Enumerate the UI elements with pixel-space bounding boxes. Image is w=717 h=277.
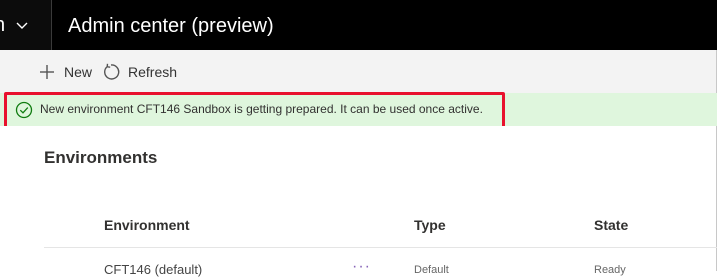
new-button[interactable]: New: [38, 62, 92, 82]
environment-type: Default: [414, 264, 449, 276]
notification-bar: New environment CFT146 Sandbox is gettin…: [0, 93, 717, 126]
command-bar: New Refresh: [0, 50, 717, 93]
checkmark-circle-icon: [15, 101, 33, 119]
refresh-button[interactable]: Refresh: [102, 62, 177, 82]
more-options-icon[interactable]: ···: [352, 258, 371, 276]
column-header-environment[interactable]: Environment: [104, 217, 190, 233]
page-title: Environments: [44, 148, 158, 167]
environment-state: Ready: [594, 264, 626, 276]
new-button-label: New: [64, 64, 93, 80]
chevron-down-icon[interactable]: [15, 21, 29, 31]
notification-message: New environment CFT146 Sandbox is gettin…: [40, 102, 483, 116]
column-header-state[interactable]: State: [594, 217, 628, 233]
environment-name-link[interactable]: CFT146 (default): [104, 262, 202, 277]
app-launcher-area[interactable]: n: [0, 0, 51, 50]
header-cut-text: n: [0, 13, 5, 37]
header-divider: [51, 0, 52, 50]
column-header-type[interactable]: Type: [414, 217, 446, 233]
top-header: n Admin center (preview): [0, 0, 717, 50]
refresh-button-label: Refresh: [128, 64, 178, 80]
plus-icon: [40, 65, 54, 79]
header-row-divider: [44, 247, 717, 248]
refresh-icon: [104, 63, 120, 80]
page-header-title: Admin center (preview): [68, 15, 274, 37]
